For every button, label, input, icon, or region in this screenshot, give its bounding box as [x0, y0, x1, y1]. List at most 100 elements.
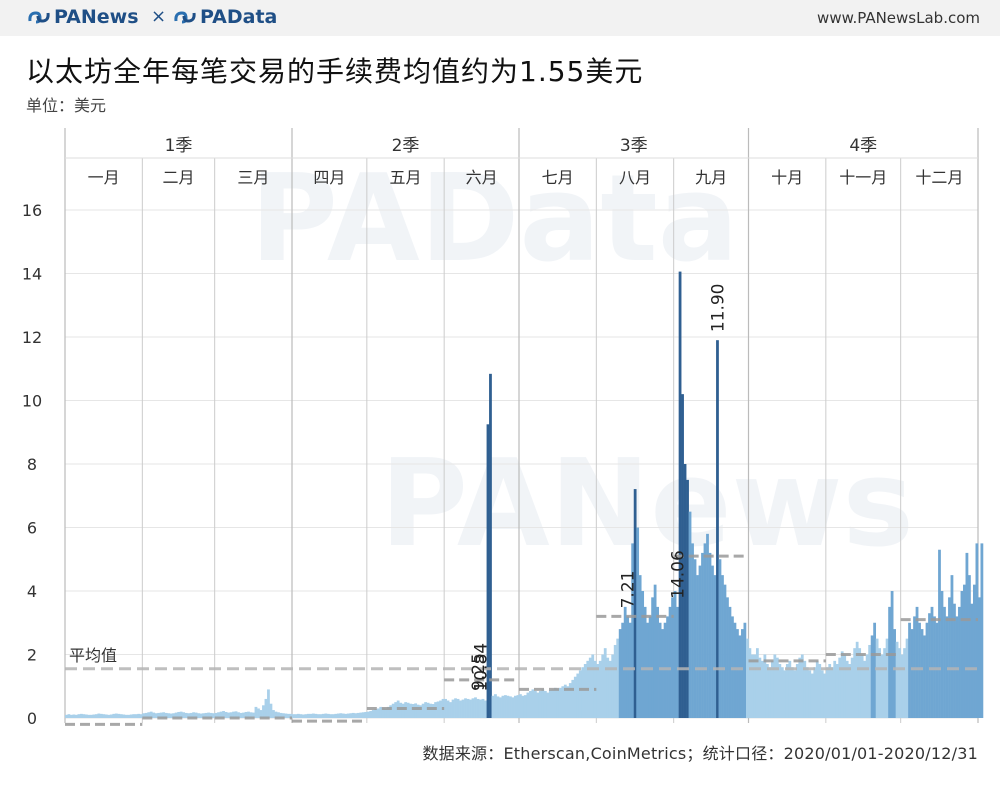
bar	[374, 709, 378, 718]
bar	[122, 714, 126, 718]
bar	[169, 713, 173, 718]
bar	[973, 584, 976, 718]
bar	[810, 673, 814, 718]
peak-value-label: 10.84	[471, 643, 491, 692]
bar	[873, 622, 877, 718]
month-label: 十月	[771, 168, 803, 187]
bar	[411, 704, 415, 718]
bar	[311, 713, 315, 718]
bar	[464, 698, 467, 718]
bar	[833, 660, 837, 718]
bar	[339, 713, 343, 718]
bar	[561, 686, 565, 718]
bar	[775, 657, 779, 718]
quarter-label: 4季	[849, 136, 877, 156]
bar	[184, 712, 188, 718]
bar	[92, 714, 96, 718]
bar	[783, 670, 787, 719]
bar	[731, 616, 734, 718]
bar	[299, 714, 303, 718]
bar	[516, 695, 520, 718]
bar	[79, 713, 83, 718]
bar	[546, 692, 550, 718]
bar	[738, 635, 742, 718]
bar	[541, 689, 545, 718]
bar	[329, 714, 333, 718]
bar	[301, 714, 305, 718]
bar	[618, 629, 622, 718]
bar	[790, 667, 794, 718]
bar	[578, 670, 582, 719]
bar	[356, 712, 360, 718]
bar	[865, 654, 869, 718]
bar	[818, 664, 822, 718]
bar	[466, 698, 470, 718]
bar	[828, 664, 832, 718]
bar	[84, 714, 88, 718]
bar	[511, 697, 515, 718]
bar	[668, 606, 672, 719]
bar	[628, 622, 632, 718]
bar	[658, 622, 662, 718]
bar	[583, 664, 587, 718]
bar	[439, 700, 442, 718]
bar	[838, 657, 842, 718]
bar	[763, 654, 767, 718]
bar	[199, 713, 203, 718]
bar	[840, 651, 844, 718]
bar	[805, 667, 809, 718]
peak-value-label: 11.90	[708, 284, 728, 333]
bar	[137, 713, 141, 718]
bar	[835, 664, 839, 718]
bar	[616, 638, 620, 719]
bar	[950, 575, 954, 719]
bar	[813, 667, 817, 718]
bar	[920, 629, 924, 718]
bar	[152, 712, 156, 718]
bar	[87, 714, 91, 718]
bar	[656, 606, 659, 719]
bar	[69, 714, 73, 718]
bar	[551, 689, 555, 718]
bar	[351, 712, 355, 718]
bar	[903, 648, 906, 718]
bar	[778, 664, 782, 718]
y-tick-label: 6	[27, 519, 37, 538]
bar	[581, 667, 585, 718]
bar	[963, 584, 966, 718]
bar	[474, 697, 477, 718]
bar	[875, 638, 879, 719]
bar	[883, 648, 886, 718]
bar	[346, 713, 350, 718]
bar	[324, 713, 328, 718]
bar	[925, 622, 929, 718]
bar	[850, 657, 854, 718]
bar	[636, 527, 640, 718]
bar	[501, 695, 505, 718]
bar	[888, 606, 891, 719]
bar	[404, 702, 408, 719]
bar	[254, 706, 258, 718]
bar	[154, 713, 158, 718]
bar	[711, 565, 714, 718]
y-tick-label: 8	[27, 455, 37, 474]
bar	[571, 679, 575, 718]
bar	[409, 703, 413, 718]
bar	[469, 699, 472, 718]
bar	[691, 543, 694, 719]
bar	[459, 700, 462, 718]
bar	[721, 575, 724, 719]
bar	[910, 629, 914, 718]
bar	[975, 543, 979, 719]
y-tick-label: 4	[27, 582, 37, 601]
bar	[114, 713, 118, 718]
bar	[416, 704, 420, 718]
bar	[780, 667, 784, 718]
bar	[349, 713, 353, 718]
bar	[264, 698, 268, 718]
bar	[631, 543, 635, 719]
bar	[676, 606, 679, 719]
bar	[878, 648, 882, 718]
bar	[74, 714, 78, 718]
bar	[77, 714, 81, 718]
